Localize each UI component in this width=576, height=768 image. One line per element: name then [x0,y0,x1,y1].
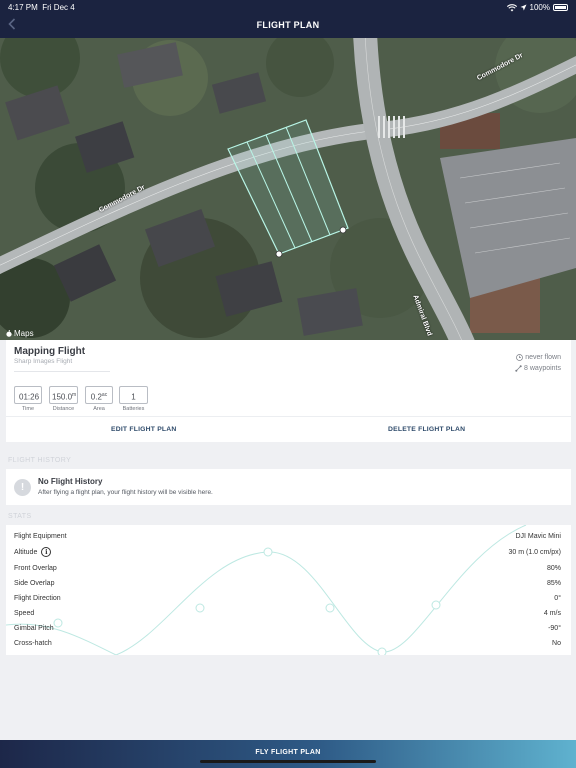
plan-meta: never flown 8 waypoints [515,352,561,374]
stat-row-front-overlap: Front Overlap 80% [14,564,561,572]
stat-distance: 150.0m Distance [49,386,78,412]
status-time: 4:17 PM Fri Dec 4 [8,3,75,12]
plan-subtitle: Sharp Images Flight [14,358,73,365]
nav-bar: 4:17 PM Fri Dec 4 100% FLIGHT PLAN [0,0,576,38]
edit-flight-plan-button[interactable]: EDIT FLIGHT PLAN [111,417,177,443]
satellite-map[interactable]: Commodore Dr Commodore Dr Admiral Blvd M… [0,38,576,340]
stat-time: 01:26 Time [14,386,42,412]
stat-row-flight-direction: Flight Direction 0° [14,594,561,602]
history-title: No Flight History [38,477,103,486]
page-title: FLIGHT PLAN [256,20,320,30]
plan-title: Mapping Flight [14,346,86,357]
divider [14,371,110,372]
delete-flight-plan-button[interactable]: DELETE FLIGHT PLAN [388,417,465,443]
fly-flight-plan-button[interactable]: FLY FLIGHT PLAN [0,740,576,768]
wifi-icon [506,3,517,11]
stat-row-gimbal-pitch: Gimbal Pitch -90° [14,624,561,632]
home-indicator[interactable] [200,760,376,763]
stat-batteries: 1 Batteries [119,386,148,412]
stat-row-altitude: Altitude i 30 m (1.0 cm/px) [14,547,561,557]
waypoints-icon [515,365,522,372]
waypoint-start [275,250,283,258]
stat-row-side-overlap: Side Overlap 85% [14,579,561,587]
stat-area: 0.2ac Area [85,386,113,412]
info-icon[interactable]: i [41,547,52,557]
waypoint-count: 8 waypoints [524,365,561,372]
flight-history-header: FLIGHT HISTORY [8,457,72,464]
waypoint-end [339,226,347,234]
history-subtitle: After flying a flight plan, your flight … [38,489,213,496]
battery-percent: 100% [529,3,550,12]
flight-plan-card: Mapping Flight Sharp Images Flight never… [6,340,571,442]
stat-row-speed: Speed 4 m/s [14,609,561,617]
battery-icon [553,4,568,11]
maps-credit: Maps [6,329,34,338]
info-exclamation-icon: ! [14,479,31,496]
stats-header: STATS [8,513,32,520]
stats-card: Flight Equipment DJI Mavic Mini Altitude i… [6,525,571,655]
clock-icon [516,354,524,361]
stat-row-cross-hatch: Cross-hatch No [14,639,561,647]
plan-actions: EDIT FLIGHT PLAN DELETE FLIGHT PLAN [6,416,571,442]
flight-history-card: ! No Flight History After flying a fligh… [6,469,571,505]
status-indicators: 100% [506,3,568,12]
location-arrow-icon [520,4,527,11]
apple-logo-icon [6,330,12,337]
stat-row-flight-equipment: Flight Equipment DJI Mavic Mini [14,532,561,540]
flight-area-grid[interactable] [0,38,576,340]
flown-status: never flown [525,354,561,361]
